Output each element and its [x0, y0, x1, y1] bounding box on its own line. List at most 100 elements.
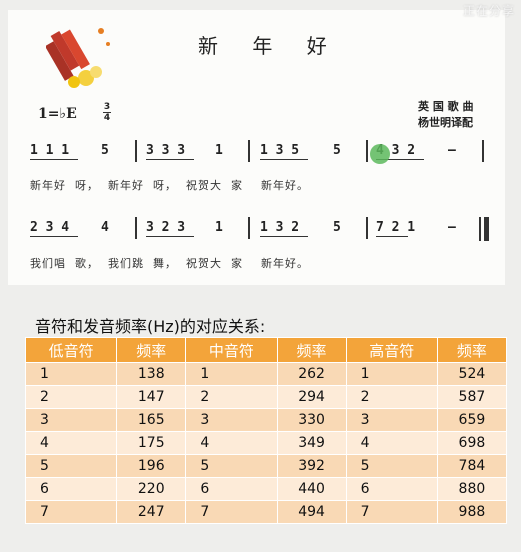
frequency-cell: 880: [436, 477, 508, 501]
note-cell: 7: [345, 500, 438, 524]
note-cell: 5: [345, 454, 438, 478]
bar-line: [248, 217, 250, 239]
frequency-cell: 175: [116, 431, 187, 455]
note-group: 1 1 1: [30, 143, 70, 158]
frequency-cell: 494: [276, 500, 347, 524]
bar-line: [366, 217, 368, 239]
underline: [376, 236, 408, 237]
credit-origin: 英 国 歌 曲: [418, 100, 474, 113]
table-row: 1 138 1 262 1 524: [24, 362, 508, 386]
underline: [260, 236, 308, 237]
header-mid-note: 中音符: [185, 337, 278, 363]
frequency-cell: 247: [116, 500, 187, 524]
frequency-cell: 147: [116, 385, 187, 409]
table-row: 6 220 6 440 6 880: [24, 477, 508, 501]
frequency-cell: 220: [116, 477, 187, 501]
lyrics-line-2: 我们唱 歌， 我们跳 舞， 祝贺大 家 新年好。: [30, 257, 309, 270]
lyrics-line-1: 新年好 呀， 新年好 呀， 祝贺大 家 新年好。: [30, 179, 309, 192]
note: –: [448, 220, 456, 235]
frequency-cell: 196: [116, 454, 187, 478]
note-group: 2 3 4: [30, 220, 70, 235]
frequency-table: 低音符 频率 中音符 频率 高音符 频率 1 138 1 262 1 524 2 147 2 29…: [24, 337, 508, 524]
song-title: 新 年 好: [198, 34, 341, 58]
header-frequency: 频率: [116, 337, 187, 363]
frequency-cell: 165: [116, 408, 187, 432]
note-cell: 1: [24, 362, 118, 386]
note-cell: 2: [345, 385, 438, 409]
final-bar-line-thin: [479, 217, 481, 241]
table-header-row: 低音符 频率 中音符 频率 高音符 频率: [24, 337, 508, 363]
note-group: 1 3 5: [260, 143, 300, 158]
frequency-cell: 784: [436, 454, 508, 478]
frequency-cell: 392: [276, 454, 347, 478]
table-row: 4 175 4 349 4 698: [24, 431, 508, 455]
note-cell: 1: [185, 362, 278, 386]
note-cell: 7: [24, 500, 118, 524]
note-group: 3 2 3: [146, 220, 186, 235]
note-cell: 5: [24, 454, 118, 478]
note: 5: [101, 143, 109, 158]
note-cell: 3: [24, 408, 118, 432]
meter-bottom: 4: [103, 113, 111, 123]
time-signature: 3 4: [103, 102, 111, 123]
credit-translator: 杨世明译配: [418, 116, 473, 129]
note-cell: 4: [345, 431, 438, 455]
note: 1: [215, 143, 223, 158]
table-row: 3 165 3 330 3 659: [24, 408, 508, 432]
note: 5: [333, 220, 341, 235]
firecracker-illustration: [46, 28, 110, 88]
frequency-cell: 659: [436, 408, 508, 432]
table-row: 2 147 2 294 2 587: [24, 385, 508, 409]
underline: [260, 159, 308, 160]
note: 1: [215, 220, 223, 235]
bar-line: [135, 140, 137, 162]
note-cell: 4: [185, 431, 278, 455]
header-frequency: 频率: [276, 337, 347, 363]
underline: [146, 159, 194, 160]
frequency-cell: 349: [276, 431, 347, 455]
header-low-note: 低音符: [24, 337, 118, 363]
score-panel: 新 年 好 1=♭E 3 4 英 国 歌 曲 杨世明译配 1 1 1 5 3 3…: [8, 10, 505, 285]
frequency-cell: 330: [276, 408, 347, 432]
note-cell: 4: [24, 431, 118, 455]
frequency-cell: 698: [436, 431, 508, 455]
note-cell: 2: [24, 385, 118, 409]
note: 5: [333, 143, 341, 158]
note-group: 7 2 1: [376, 220, 416, 235]
meter-top: 3: [103, 102, 111, 112]
header-high-note: 高音符: [345, 337, 438, 363]
note-group: 3 3 3: [146, 143, 186, 158]
bar-line: [366, 140, 368, 162]
bar-line: [482, 140, 484, 162]
table-heading: 音符和发音频率(Hz)的对应关系:: [35, 317, 266, 336]
note-group: 1 3 2: [260, 220, 300, 235]
frequency-cell: 294: [276, 385, 347, 409]
note-cell: 6: [24, 477, 118, 501]
frequency-cell: 262: [276, 362, 347, 386]
note: 4: [101, 220, 109, 235]
frequency-cell: 587: [436, 385, 508, 409]
note-cell: 6: [185, 477, 278, 501]
underline: [30, 159, 78, 160]
note-cell: 5: [185, 454, 278, 478]
final-bar-line-thick: [484, 217, 489, 241]
key-signature: 1=♭E: [38, 106, 77, 122]
header-frequency: 频率: [436, 337, 508, 363]
frequency-cell: 440: [276, 477, 347, 501]
note-cell: 3: [185, 408, 278, 432]
note-cell: 2: [185, 385, 278, 409]
note-cell: 3: [345, 408, 438, 432]
frequency-cell: 138: [116, 362, 187, 386]
frequency-cell: 988: [436, 500, 508, 524]
note-cell: 6: [345, 477, 438, 501]
underline: [30, 236, 78, 237]
note-cell: 7: [185, 500, 278, 524]
table-row: 5 196 5 392 5 784: [24, 454, 508, 478]
table-row: 7 247 7 494 7 988: [24, 500, 508, 524]
bar-line: [135, 217, 137, 239]
underline: [146, 236, 194, 237]
sharing-watermark: 正在分享: [462, 4, 515, 18]
bar-line: [248, 140, 250, 162]
note: –: [448, 143, 456, 158]
cursor-highlight: [370, 144, 390, 164]
